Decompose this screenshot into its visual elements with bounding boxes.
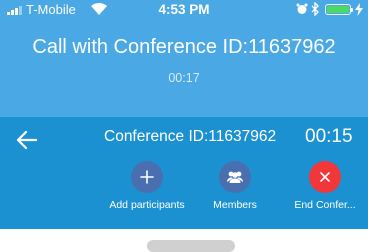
members-icon bbox=[227, 171, 243, 183]
end-conference-label: End Confer... bbox=[294, 199, 356, 211]
charging-icon bbox=[355, 3, 363, 16]
status-bar: T-Mobile 4:53 PM bbox=[0, 0, 368, 20]
end-conference-circle[interactable] bbox=[309, 161, 341, 193]
conference-timer: 00:15 bbox=[305, 126, 353, 147]
call-title: Call with Conference ID:11637962 bbox=[32, 36, 336, 58]
call-timer: 00:17 bbox=[168, 71, 200, 85]
add-participants-button[interactable]: Add participants bbox=[102, 161, 192, 211]
members-label: Members bbox=[213, 199, 257, 211]
home-indicator[interactable] bbox=[147, 240, 235, 252]
battery-level bbox=[327, 6, 349, 13]
conference-id: Conference ID:11637962 bbox=[104, 128, 277, 145]
end-conference-button[interactable]: End Confer... bbox=[285, 161, 365, 211]
battery-icon bbox=[325, 4, 353, 15]
bluetooth-icon bbox=[311, 2, 319, 16]
arrow-left-icon[interactable] bbox=[16, 129, 38, 151]
conference-panel: Conference ID:11637962 00:15 Add partici… bbox=[0, 117, 368, 229]
close-icon bbox=[320, 172, 330, 182]
members-button[interactable]: Members bbox=[190, 161, 280, 211]
plus-icon bbox=[140, 170, 154, 184]
add-participants-circle[interactable] bbox=[131, 161, 163, 193]
members-circle[interactable] bbox=[219, 161, 251, 193]
alarm-icon bbox=[296, 3, 308, 14]
call-header: T-Mobile 4:53 PM Call with Conference ID… bbox=[0, 0, 368, 117]
add-participants-label: Add participants bbox=[109, 199, 185, 211]
